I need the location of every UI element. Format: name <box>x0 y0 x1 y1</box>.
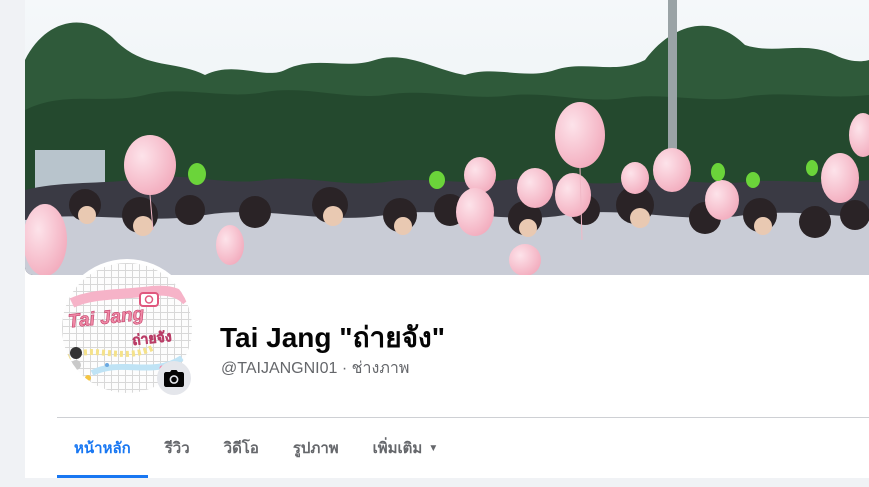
tab-photos[interactable]: รูปภาพ <box>276 418 356 478</box>
caret-down-icon: ▼ <box>428 442 439 454</box>
subtitle-separator: · <box>341 360 348 377</box>
tab-home-label: หน้าหลัก <box>74 440 131 457</box>
cover-photo-image <box>25 0 869 275</box>
camera-icon <box>164 370 184 387</box>
update-profile-picture-button[interactable] <box>157 361 191 395</box>
cover-photo[interactable] <box>25 0 869 275</box>
logo-text-primary: Tai Jang <box>67 304 146 333</box>
tab-videos-label: วิดีโอ <box>223 440 259 457</box>
page-username: @TAIJANGNI01 <box>221 360 338 377</box>
tab-more-label: เพิ่มเติม <box>372 440 423 457</box>
tab-home[interactable]: หน้าหลัก <box>57 418 148 478</box>
tab-reviews[interactable]: รีวิว <box>148 418 207 478</box>
page-category[interactable]: ช่างภาพ <box>352 360 410 377</box>
page-left-gutter <box>0 0 25 487</box>
tab-photos-label: รูปภาพ <box>292 440 339 457</box>
page-tabs: หน้าหลัก รีวิว วิดีโอ รูปภาพ เพิ่มเติม ▼ <box>57 418 455 478</box>
tab-reviews-label: รีวิว <box>164 440 190 457</box>
tab-videos[interactable]: วิดีโอ <box>207 418 276 478</box>
page-content-background <box>0 478 869 487</box>
logo-text-secondary: ถ่ายจัง <box>131 329 172 349</box>
tab-more[interactable]: เพิ่มเติม ▼ <box>356 418 456 478</box>
page-subtitle: @TAIJANGNI01 · ช่างภาพ <box>221 356 409 381</box>
page-title: Tai Jang "ถ่ายจัง" <box>220 322 445 353</box>
